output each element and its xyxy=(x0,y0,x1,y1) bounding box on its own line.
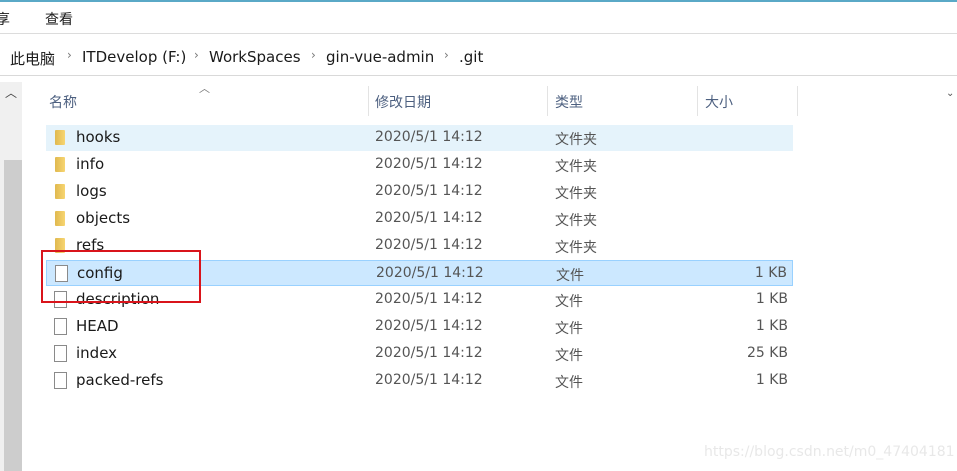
file-name: objects xyxy=(76,209,131,227)
breadcrumb-this-pc[interactable]: 此电脑 xyxy=(10,48,55,69)
file-date: 2020/5/1 14:12 xyxy=(375,345,483,361)
file-name: index xyxy=(76,344,118,362)
file-date: 2020/5/1 14:12 xyxy=(375,318,483,334)
file-icon xyxy=(54,345,67,362)
file-type: 文件 xyxy=(555,348,583,364)
chevron-right-icon[interactable]: › xyxy=(444,48,449,62)
column-divider[interactable] xyxy=(547,86,548,116)
file-name: logs xyxy=(76,182,107,200)
file-size: 1 KB xyxy=(755,291,788,307)
menu-view[interactable]: 查看 xyxy=(45,9,73,29)
folder-icon xyxy=(55,157,65,172)
file-type: 文件夹 xyxy=(555,213,597,229)
file-icon xyxy=(54,372,67,389)
breadcrumb-git[interactable]: .git xyxy=(459,48,483,66)
column-header-date[interactable]: 修改日期 xyxy=(375,86,545,116)
file-size: 1 KB xyxy=(755,372,788,388)
file-size: 1 KB xyxy=(755,318,788,334)
breadcrumb-drive[interactable]: ITDevelop (F:) xyxy=(82,48,186,66)
ribbon-menu: 享 查看 xyxy=(0,2,957,34)
file-type: 文件 xyxy=(555,294,583,310)
file-date: 2020/5/1 14:12 xyxy=(375,372,483,388)
highlight-box xyxy=(41,250,201,303)
scroll-up-icon[interactable]: ︿ xyxy=(5,84,17,101)
file-type: 文件 xyxy=(555,321,583,337)
file-type: 文件 xyxy=(556,268,584,284)
scrollbar[interactable]: ︿ xyxy=(0,82,22,471)
file-date: 2020/5/1 14:12 xyxy=(375,129,483,145)
file-row[interactable]: logs 2020/5/1 14:12 文件夹 xyxy=(46,179,793,205)
file-type: 文件 xyxy=(555,375,583,391)
column-divider[interactable] xyxy=(697,86,698,116)
menu-share[interactable]: 享 xyxy=(0,9,10,29)
file-date: 2020/5/1 14:12 xyxy=(375,237,483,253)
file-name: info xyxy=(76,155,105,173)
file-type: 文件夹 xyxy=(555,186,597,202)
file-row[interactable]: hooks 2020/5/1 14:12 文件夹 xyxy=(46,125,793,151)
file-icon xyxy=(54,318,67,335)
chevron-right-icon[interactable]: › xyxy=(194,48,199,62)
column-label: 大小 xyxy=(705,95,733,111)
file-row[interactable]: info 2020/5/1 14:12 文件夹 xyxy=(46,152,793,178)
file-type: 文件夹 xyxy=(555,159,597,175)
scrollbar-thumb[interactable] xyxy=(4,160,22,471)
file-date: 2020/5/1 14:12 xyxy=(375,156,483,172)
breadcrumb: 此电脑 › ITDevelop (F:) › WorkSpaces › gin-… xyxy=(0,38,957,99)
column-header-name[interactable]: 名称 xyxy=(49,86,367,116)
column-header-size[interactable]: 大小 xyxy=(705,86,795,116)
column-divider[interactable] xyxy=(797,86,798,116)
column-header-type[interactable]: 类型 xyxy=(555,86,695,116)
chevron-right-icon[interactable]: › xyxy=(311,48,316,62)
column-label: 名称 xyxy=(49,95,77,111)
file-row[interactable]: objects 2020/5/1 14:12 文件夹 xyxy=(46,206,793,232)
file-row[interactable]: index 2020/5/1 14:12 文件 25 KB xyxy=(46,341,793,367)
file-name: HEAD xyxy=(76,317,119,335)
file-name: packed-refs xyxy=(76,371,164,389)
chevron-right-icon[interactable]: › xyxy=(67,48,72,62)
file-date: 2020/5/1 14:12 xyxy=(376,265,484,281)
breadcrumb-workspaces[interactable]: WorkSpaces xyxy=(209,48,301,66)
file-row[interactable]: packed-refs 2020/5/1 14:12 文件 1 KB xyxy=(46,368,793,394)
file-row[interactable]: HEAD 2020/5/1 14:12 文件 1 KB xyxy=(46,314,793,340)
folder-icon xyxy=(55,130,65,145)
breadcrumb-gin-vue-admin[interactable]: gin-vue-admin xyxy=(326,48,434,66)
watermark: https://blog.csdn.net/m0_47404181 xyxy=(704,444,955,460)
file-type: 文件夹 xyxy=(555,240,597,256)
file-type: 文件夹 xyxy=(555,132,597,148)
folder-icon xyxy=(55,184,65,199)
file-size: 25 KB xyxy=(746,345,788,361)
column-label: 修改日期 xyxy=(375,95,431,111)
file-date: 2020/5/1 14:12 xyxy=(375,183,483,199)
file-date: 2020/5/1 14:12 xyxy=(375,210,483,226)
column-divider[interactable] xyxy=(368,86,369,116)
file-date: 2020/5/1 14:12 xyxy=(375,291,483,307)
folder-icon xyxy=(55,211,65,226)
file-name: hooks xyxy=(76,128,121,146)
column-label: 类型 xyxy=(555,95,583,111)
file-size: 1 KB xyxy=(754,265,787,281)
chevron-down-icon[interactable]: ⌄ xyxy=(946,88,954,99)
